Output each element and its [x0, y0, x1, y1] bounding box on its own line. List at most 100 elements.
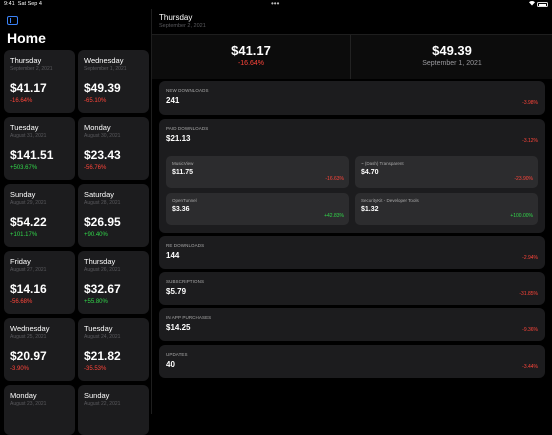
card-amount: $23.43: [84, 148, 121, 162]
current-total-change: -16.64%: [237, 60, 265, 67]
section-updates[interactable]: UPDATES 40 -3.44%: [159, 345, 545, 378]
card-day: Tuesday: [84, 324, 113, 333]
wifi-icon: [528, 0, 536, 8]
card-change: -16.64%: [10, 98, 33, 104]
card-amount: $14.16: [10, 282, 47, 296]
section-value: $21.13: [166, 134, 191, 143]
section-label: UPDATES: [166, 352, 188, 357]
card-change: -65.10%: [84, 98, 107, 104]
card-day: Sunday: [84, 391, 110, 400]
card-date: August 28, 2021: [84, 200, 121, 206]
card-amount: $26.95: [84, 215, 121, 229]
app-value: $3.36: [172, 206, 190, 213]
previous-total-date: September 1, 2021: [422, 60, 482, 67]
card-day: Saturday: [84, 190, 115, 199]
detail-day: Thursday: [159, 13, 193, 22]
section-subscriptions[interactable]: SUBSCRIPTIONS $5.79 -31.85%: [159, 272, 545, 305]
section-value: 241: [166, 96, 180, 105]
app-row[interactable]: MusicView $11.75 -16.63%: [166, 156, 349, 188]
day-card[interactable]: Thursday August 26, 2021 $32.67 +55.80%: [78, 251, 149, 314]
card-day: Thursday: [84, 257, 116, 266]
current-total-amount: $41.17: [231, 43, 271, 58]
card-date: August 25, 2021: [10, 334, 47, 340]
card-date: August 23, 2021: [10, 401, 47, 407]
card-amount: $141.51: [10, 148, 54, 162]
card-amount: $49.39: [84, 81, 121, 95]
section-new-downloads[interactable]: NEW DOWNLOADS 241 -3.98%: [159, 81, 545, 115]
card-day: Friday: [10, 257, 31, 266]
section-value: 40: [166, 360, 175, 369]
card-date: August 26, 2021: [84, 267, 121, 273]
section-value: 144: [166, 251, 180, 260]
day-card[interactable]: Tuesday August 24, 2021 $21.82 -35.53%: [78, 318, 149, 381]
card-amount: $32.67: [84, 282, 121, 296]
app-row[interactable]: SecurityKit - Developer Tools $1.32 +100…: [355, 193, 538, 225]
day-card[interactable]: Sunday August 29, 2021 $54.22 +101.17%: [4, 184, 75, 247]
app-change: -16.63%: [325, 176, 344, 182]
sidebar-title: Home: [7, 30, 46, 46]
card-amount: $54.22: [10, 215, 47, 229]
day-card[interactable]: Saturday August 28, 2021 $26.95 +90.40%: [78, 184, 149, 247]
card-day: Sunday: [10, 190, 36, 199]
card-day: Wednesday: [10, 324, 50, 333]
status-time: 9:41 Sat Sep 4: [4, 1, 42, 7]
section-in-app-purchases[interactable]: IN APP PURCHASES $14.25 -9.36%: [159, 308, 545, 341]
section-label: PAID DOWNLOADS: [166, 126, 209, 131]
app-name: OpenTunnel: [172, 198, 197, 203]
section-value: $14.25: [166, 323, 191, 332]
app-change: +100.00%: [510, 213, 533, 219]
section-change: -3.44%: [522, 364, 538, 370]
card-date: September 1, 2021: [84, 66, 127, 72]
day-card[interactable]: Monday August 30, 2021 $23.43 -56.76%: [78, 117, 149, 180]
section-change: -2.94%: [522, 255, 538, 261]
section-label: SUBSCRIPTIONS: [166, 279, 205, 284]
card-amount: $20.97: [10, 349, 47, 363]
card-date: August 27, 2021: [10, 267, 47, 273]
day-card[interactable]: Thursday September 2, 2021 $41.17 -16.64%: [4, 50, 75, 113]
day-card[interactable]: Sunday August 22, 2021: [78, 385, 149, 435]
previous-total[interactable]: $49.39 September 1, 2021: [352, 35, 552, 79]
app-name: MusicView: [172, 161, 194, 166]
app-value: $1.32: [361, 206, 379, 213]
day-card[interactable]: Wednesday August 25, 2021 $20.97 -3.90%: [4, 318, 75, 381]
day-card[interactable]: Tuesday August 31, 2021 $141.51 +503.67%: [4, 117, 75, 180]
card-date: August 24, 2021: [84, 334, 121, 340]
card-date: August 22, 2021: [84, 401, 121, 407]
card-date: September 2, 2021: [10, 66, 53, 72]
day-card[interactable]: Monday August 23, 2021: [4, 385, 75, 435]
section-change: -9.36%: [522, 327, 538, 333]
section-change: -3.98%: [522, 100, 538, 106]
app-change: -23.90%: [514, 176, 533, 182]
card-date: August 30, 2021: [84, 133, 121, 139]
card-day: Thursday: [10, 56, 42, 65]
app-value: $4.70: [361, 169, 379, 176]
app-name: ~ (Dash) Transparent: [361, 161, 404, 166]
card-date: August 31, 2021: [10, 133, 47, 139]
app-row[interactable]: ~ (Dash) Transparent $4.70 -23.90%: [355, 156, 538, 188]
day-card[interactable]: Friday August 27, 2021 $14.16 -56.68%: [4, 251, 75, 314]
app-name: SecurityKit - Developer Tools: [361, 198, 419, 203]
card-change: +101.17%: [10, 232, 38, 238]
sidebar-toggle-icon[interactable]: [7, 16, 18, 25]
app-row[interactable]: OpenTunnel $3.36 +42.83%: [166, 193, 349, 225]
card-change: -35.53%: [84, 366, 107, 372]
card-change: +503.67%: [10, 165, 38, 171]
section-label: NEW DOWNLOADS: [166, 88, 209, 93]
detail-pane: Thursday September 2, 2021 $41.17 -16.64…: [152, 9, 552, 414]
app-change: +42.83%: [324, 213, 344, 219]
card-day: Monday: [10, 391, 37, 400]
section-change: -31.85%: [519, 291, 538, 297]
card-change: -56.76%: [84, 165, 107, 171]
section-paid-downloads[interactable]: PAID DOWNLOADS $21.13 -3.12% MusicView $…: [159, 119, 545, 233]
sidebar: Home Thursday September 2, 2021 $41.17 -16.…: [0, 9, 152, 435]
card-day: Tuesday: [10, 123, 39, 132]
totals-panel: $41.17 -16.64% $49.39 September 1, 2021: [152, 35, 552, 79]
multitasking-dots[interactable]: •••: [271, 0, 279, 8]
card-amount: $21.82: [84, 349, 121, 363]
section-change: -3.12%: [522, 138, 538, 144]
section-re-downloads[interactable]: RE DOWNLOADS 144 -2.94%: [159, 236, 545, 269]
current-total: $41.17 -16.64%: [152, 35, 351, 79]
app-value: $11.75: [172, 169, 194, 176]
card-change: +55.80%: [84, 299, 108, 305]
day-card[interactable]: Wednesday September 1, 2021 $49.39 -65.10%: [78, 50, 149, 113]
